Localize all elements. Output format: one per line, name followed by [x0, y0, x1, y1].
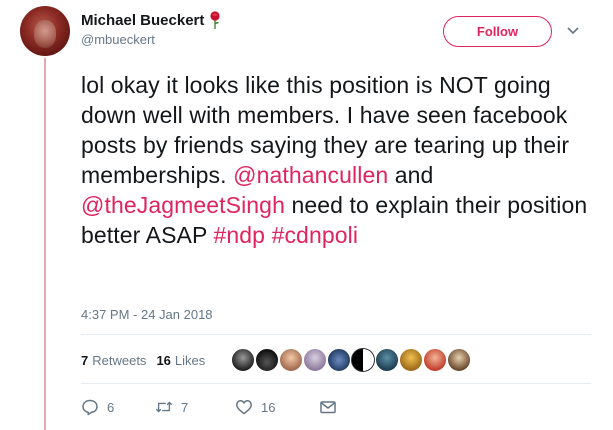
hashtag-link[interactable]: #ndp — [213, 222, 265, 248]
liker-avatar[interactable] — [327, 348, 352, 372]
liker-avatars — [231, 348, 472, 372]
heart-icon — [236, 400, 252, 415]
reply-count: 6 — [107, 399, 115, 415]
divider — [81, 383, 591, 384]
liker-avatar[interactable] — [351, 348, 376, 372]
retweet-icon — [155, 401, 173, 413]
liker-avatar[interactable] — [399, 348, 424, 372]
tweet-card: Michael Bueckert @mbueckert Follow lol o… — [0, 0, 613, 430]
tweet-stats: 7 Retweets 16 Likes — [81, 348, 472, 372]
tweet-text-segment: and — [388, 162, 434, 188]
reply-icon — [82, 399, 98, 416]
likes-stat[interactable]: 16 Likes — [156, 353, 205, 368]
tweet-text: lol okay it looks like this position is … — [81, 70, 591, 250]
liker-avatar[interactable] — [375, 348, 400, 372]
likes-label: Likes — [174, 352, 206, 368]
thread-line — [44, 58, 46, 430]
tweet-actions: 6 7 16 — [81, 398, 337, 416]
liker-avatar[interactable] — [255, 348, 280, 372]
liker-avatar[interactable] — [279, 348, 304, 372]
hashtag-link[interactable]: #cdnpoli — [272, 222, 358, 248]
likes-count: 16 — [156, 352, 171, 368]
liker-avatar[interactable] — [447, 348, 472, 372]
avatar[interactable] — [20, 6, 70, 56]
retweets-count: 7 — [81, 352, 89, 368]
liker-avatar[interactable] — [423, 348, 448, 372]
follow-button[interactable]: Follow — [443, 16, 552, 47]
author-display-name[interactable]: Michael Bueckert — [81, 12, 204, 29]
retweet-count: 7 — [181, 399, 189, 415]
rose-icon — [210, 11, 220, 29]
mention-link[interactable]: @theJagmeetSingh — [81, 192, 285, 218]
envelope-icon — [320, 401, 336, 414]
liker-avatar[interactable] — [303, 348, 328, 372]
tweet-timestamp[interactable]: 4:37 PM - 24 Jan 2018 — [81, 307, 213, 322]
retweets-stat[interactable]: 7 Retweets — [81, 353, 146, 368]
like-button[interactable]: 16 — [235, 398, 319, 416]
liker-avatar[interactable] — [231, 348, 256, 372]
direct-message-button[interactable] — [319, 398, 337, 416]
reply-button[interactable]: 6 — [81, 398, 155, 416]
retweets-label: Retweets — [92, 352, 147, 368]
like-count: 16 — [261, 399, 276, 415]
author-handle[interactable]: @mbueckert — [81, 32, 221, 47]
mention-link[interactable]: @nathancullen — [233, 162, 388, 188]
retweet-button[interactable]: 7 — [155, 398, 235, 416]
divider — [81, 334, 591, 335]
tweet-header: Michael Bueckert @mbueckert — [81, 11, 221, 47]
chevron-down-icon[interactable] — [567, 27, 579, 35]
